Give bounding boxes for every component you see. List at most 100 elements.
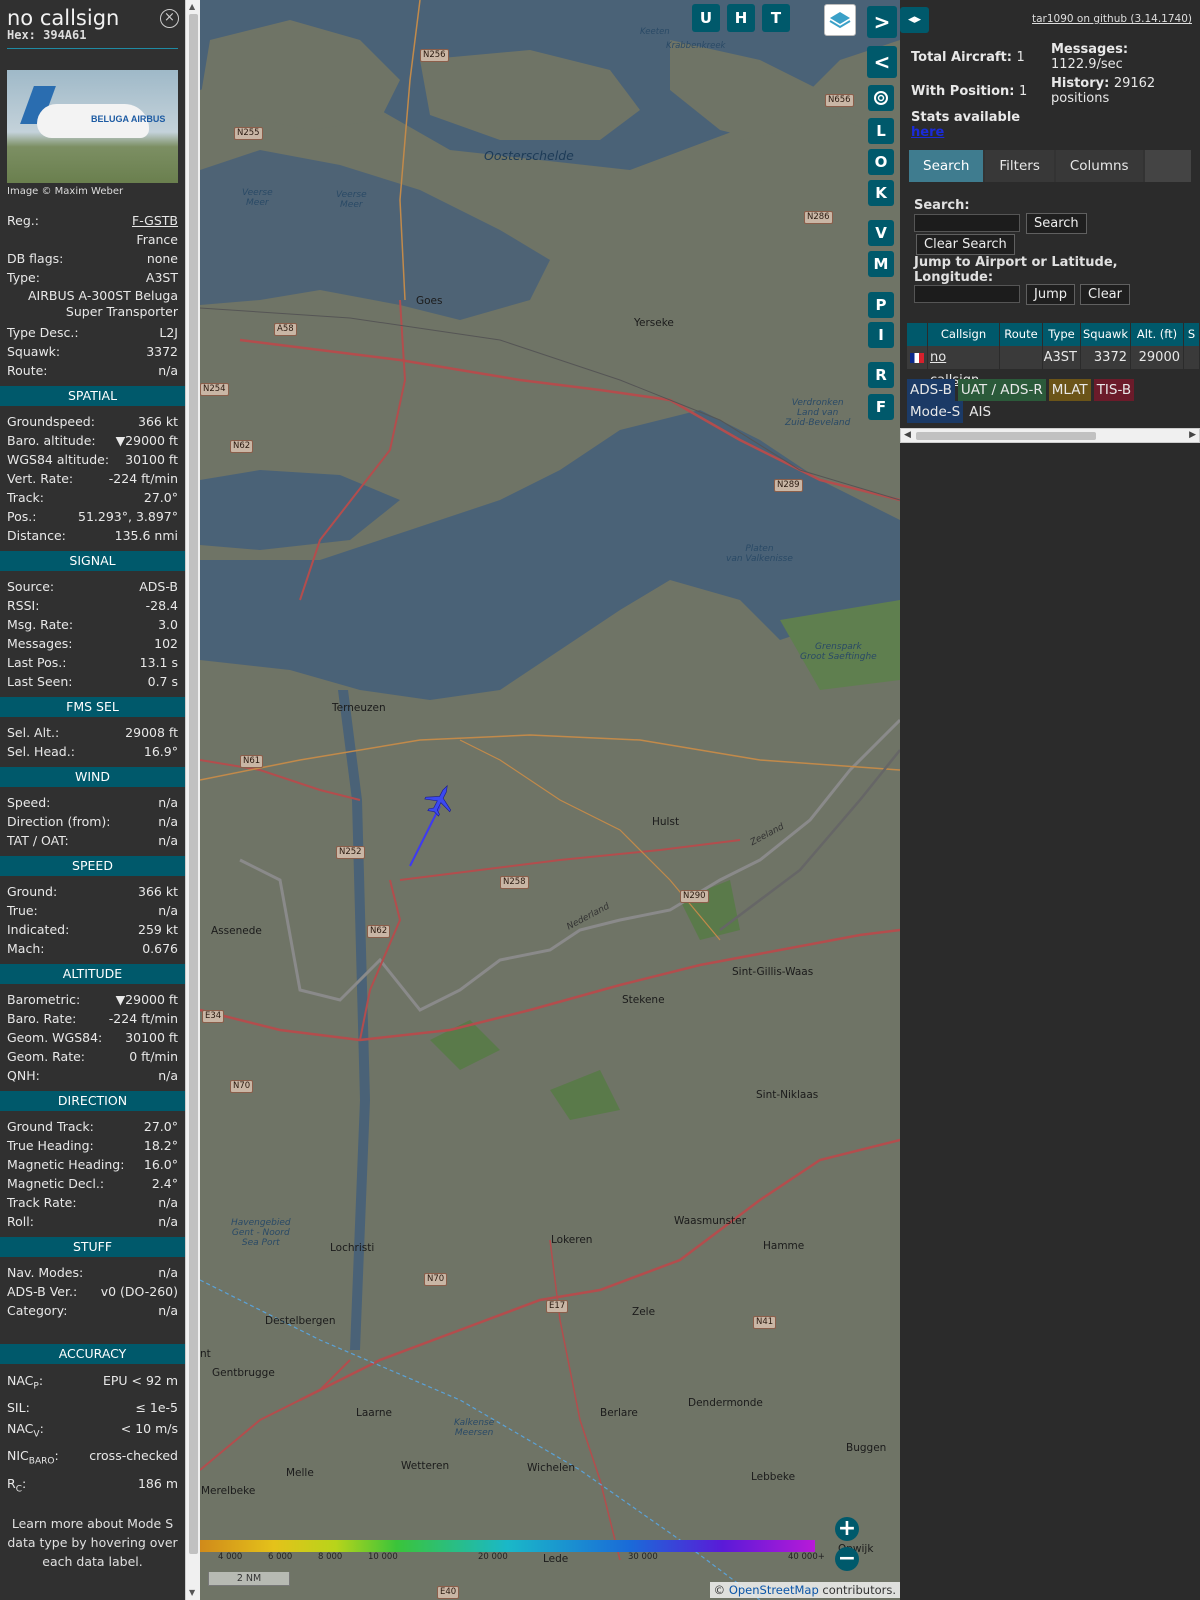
button-r[interactable]: R [868,362,894,388]
info-label[interactable]: Source: [7,577,54,596]
info-label[interactable]: Ground: [7,882,57,901]
osm-link[interactable]: OpenStreetMap [729,1583,819,1597]
zoom-out-button[interactable]: − [835,1547,859,1571]
info-label[interactable]: Indicated: [7,920,69,939]
info-label[interactable]: RSSI: [7,596,39,615]
info-label[interactable]: Direction (from): [7,812,111,831]
col-flag[interactable] [907,323,928,346]
aircraft-photo[interactable]: BELUGA AIRBUS [7,70,178,183]
zoom-in-button[interactable]: + [835,1517,859,1541]
nacv-label[interactable]: NACV: [7,1418,44,1446]
info-label[interactable]: Baro. altitude: [7,431,96,450]
close-icon[interactable]: × [160,9,179,28]
col-callsign[interactable]: Callsign [928,323,1000,346]
info-label[interactable]: Vert. Rate: [7,469,73,488]
col-squawk[interactable]: Squawk [1081,323,1131,346]
github-link[interactable]: tar1090 on github (3.14.1740) [1032,13,1192,25]
tab-columns[interactable]: Columns [1055,150,1143,182]
stats-here-link[interactable]: here [911,125,944,140]
info-label[interactable]: True Heading: [7,1136,94,1155]
button-m[interactable]: M [868,251,894,277]
info-label[interactable]: ADS-B Ver.: [7,1282,77,1301]
info-label[interactable]: Geom. WGS84: [7,1028,102,1047]
info-label[interactable]: Reg.: [7,211,39,230]
jump-button[interactable]: Jump [1026,284,1075,305]
info-label[interactable]: DB flags: [7,249,63,268]
scroll-down-icon[interactable]: ▼ [189,1588,195,1597]
map-view[interactable]: Oosterschelde Goes Yerseke Terneuzen Hulst As… [200,0,900,1600]
jump-input[interactable] [914,285,1020,303]
scroll-up-icon[interactable]: ▲ [189,2,195,11]
info-label[interactable]: True: [7,901,38,920]
info-label[interactable]: Roll: [7,1212,34,1231]
button-f[interactable]: F [868,394,894,420]
col-route[interactable]: Route [1000,323,1043,346]
info-label[interactable]: Ground Track: [7,1117,94,1136]
info-label[interactable]: Last Seen: [7,672,72,691]
button-o[interactable]: O [868,149,894,175]
nacp-label[interactable]: NACP: [7,1370,43,1398]
button-u[interactable]: U [692,4,720,32]
info-label[interactable]: Pos.: [7,507,36,526]
rc-label[interactable]: RC: [7,1473,26,1501]
info-label[interactable]: Baro. Rate: [7,1009,76,1028]
button-v[interactable]: V [868,220,894,246]
button-h[interactable]: H [727,4,755,32]
prev-arrow-icon[interactable]: < [867,46,897,78]
toggle-sidebar-icon[interactable]: ◂▸ [900,7,929,33]
info-scrollbar[interactable]: ▲ ▼ [185,0,200,1600]
col-type[interactable]: Type [1043,323,1081,346]
info-label[interactable]: Last Pos.: [7,653,66,672]
info-label[interactable]: Geom. Rate: [7,1047,85,1066]
info-label[interactable]: Distance: [7,526,66,545]
info-label[interactable]: Track: [7,488,44,507]
hscroll-thumb[interactable] [916,432,1096,440]
button-k[interactable]: K [868,180,894,206]
table-horizontal-scrollbar[interactable]: ◀ ▶ [900,428,1200,443]
button-i[interactable]: I [868,322,894,348]
col-altitude[interactable]: Alt. (ft) [1131,323,1184,346]
scrollbar-thumb[interactable] [189,14,198,1554]
info-label[interactable]: Type: [7,268,40,287]
next-arrow-icon[interactable]: > [867,6,897,38]
info-label[interactable]: Track Rate: [7,1193,77,1212]
info-label[interactable]: Groundspeed: [7,412,95,431]
gear-icon[interactable] [868,85,894,111]
info-label[interactable]: Route: [7,361,48,380]
info-label[interactable]: Speed: [7,793,50,812]
sil-label[interactable]: SIL: [7,1398,30,1418]
info-label[interactable]: Mach: [7,939,44,958]
info-label[interactable]: Type Desc.: [7,323,79,342]
info-label[interactable]: Magnetic Decl.: [7,1174,104,1193]
info-label[interactable]: Messages: [7,634,73,653]
info-label[interactable]: Nav. Modes: [7,1263,83,1282]
info-label[interactable]: QNH: [7,1066,40,1085]
info-label[interactable]: Barometric: [7,990,80,1009]
info-label[interactable]: Msg. Rate: [7,615,73,634]
search-button[interactable]: Search [1026,213,1087,234]
button-l[interactable]: L [868,118,894,144]
info-label[interactable]: Category: [7,1301,67,1320]
info-label[interactable]: Sel. Head.: [7,742,75,761]
clear-search-button[interactable]: Clear Search [916,234,1015,255]
info-label[interactable]: Squawk: [7,342,60,361]
info-label[interactable]: WGS84 altitude: [7,450,109,469]
tab-search[interactable]: Search [909,150,984,182]
button-p[interactable]: P [868,292,894,318]
col-speed[interactable]: S [1184,323,1200,346]
scroll-right-icon[interactable]: ▶ [1189,429,1196,442]
layers-icon[interactable] [824,4,856,36]
clear-button[interactable]: Clear [1080,284,1130,305]
button-t[interactable]: T [762,4,790,32]
info-label[interactable]: TAT / OAT: [7,831,69,850]
tab-filters[interactable]: Filters [985,150,1054,182]
scroll-left-icon[interactable]: ◀ [904,429,911,442]
info-label[interactable]: Sel. Alt.: [7,723,59,742]
map-canvas[interactable] [200,0,900,1600]
info-label[interactable]: Magnetic Heading: [7,1155,124,1174]
nic-label[interactable]: NICBARO: [7,1445,59,1473]
info-value[interactable]: F-GSTB [132,211,178,230]
table-row[interactable]: no callsign A3ST 3372 29000 [907,346,1200,388]
row-callsign[interactable]: no callsign [928,346,1000,388]
search-input[interactable] [914,214,1020,232]
